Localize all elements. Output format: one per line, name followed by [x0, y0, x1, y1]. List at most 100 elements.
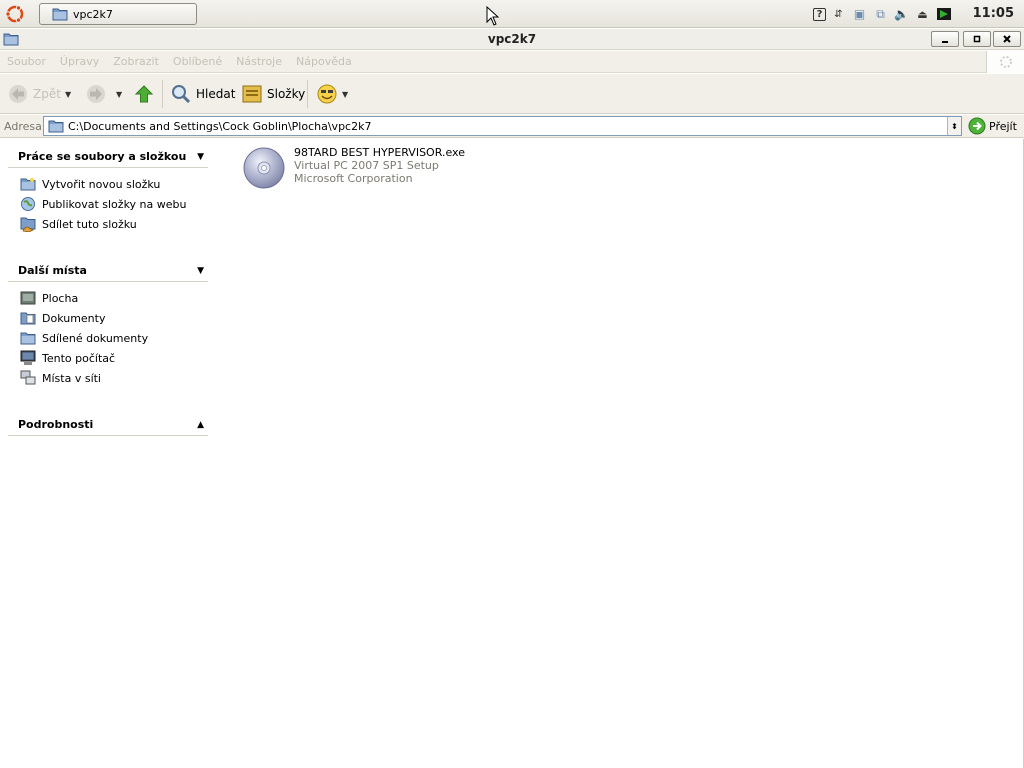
task-new-folder-label: Vytvořit novou složku	[42, 177, 161, 191]
search-button[interactable]: Hledat	[170, 82, 235, 106]
details-group: Podrobnosti ▲	[8, 414, 208, 436]
file-tasks-header[interactable]: Práce se soubory a složkou ▼	[8, 146, 208, 168]
place-documents[interactable]: Dokumenty	[8, 308, 208, 328]
go-label: Přejít	[989, 119, 1017, 133]
close-button[interactable]	[993, 31, 1021, 47]
help-icon[interactable]: ?	[813, 7, 826, 21]
maximize-icon	[973, 35, 981, 43]
view-options-button[interactable]: ▼	[316, 82, 348, 106]
menu-tools[interactable]: Nástroje	[236, 55, 282, 68]
battery-icon[interactable]	[935, 6, 952, 23]
forward-arrow-icon	[87, 85, 105, 103]
back-dropdown[interactable]: ▼	[65, 82, 71, 106]
menu-view[interactable]: Zobrazit	[113, 55, 159, 68]
back-arrow-icon	[9, 85, 27, 103]
up-button[interactable]	[133, 82, 155, 106]
menu-help[interactable]: Nápověda	[296, 55, 352, 68]
search-icon	[172, 85, 191, 104]
task-publish-web-label: Publikovat složky na webu	[42, 197, 187, 211]
address-path: C:\Documents and Settings\Cock Goblin\Pl…	[68, 119, 372, 133]
network-icon[interactable]: ▣	[851, 6, 868, 23]
throbber-icon	[999, 56, 1012, 68]
folders-icon	[242, 85, 262, 103]
folders-label: Složky	[267, 87, 306, 101]
globe-icon	[21, 197, 35, 211]
place-desktop[interactable]: Plocha	[8, 288, 208, 308]
cd-disc-icon	[243, 147, 285, 189]
task-pane: Práce se soubory a složkou ▼ Vytvořit no…	[0, 139, 218, 768]
folder-icon	[20, 332, 36, 345]
collapse-icon[interactable]: ▼	[197, 266, 204, 276]
toolbar-separator	[162, 80, 163, 108]
menu-favorites[interactable]: Oblíbené	[173, 55, 222, 68]
taskbar-window-button[interactable]: vpc2k7	[39, 3, 197, 25]
minimize-icon	[942, 41, 948, 43]
maximize-button[interactable]	[963, 31, 991, 47]
toolbar-separator	[307, 80, 308, 108]
task-new-folder[interactable]: Vytvořit novou složku	[8, 174, 208, 194]
other-places-group: Další místa ▼ Plocha Dokumenty Sdílené d…	[8, 260, 208, 388]
menu-file[interactable]: Soubor	[7, 55, 46, 68]
system-tray: ? ⇵ ▣ ⧉ 🔈 ⏏	[813, 5, 952, 23]
place-documents-label: Dokumenty	[42, 311, 106, 325]
chevron-down-icon: ▼	[342, 89, 349, 99]
address-dropdown[interactable]: ⬍	[947, 117, 961, 135]
search-label: Hledat	[196, 87, 236, 101]
other-places-header[interactable]: Další místa ▼	[8, 260, 208, 282]
window-title: vpc2k7	[487, 32, 537, 46]
clock[interactable]: 11:05	[973, 6, 1014, 21]
place-shared-documents-label: Sdílené dokumenty	[42, 331, 149, 345]
chevron-down-icon: ▼	[116, 89, 123, 99]
task-publish-web[interactable]: Publikovat složky na webu	[8, 194, 208, 214]
taskbar-window-label: vpc2k7	[73, 7, 113, 21]
task-share-folder[interactable]: Sdílet tuto složku	[8, 214, 208, 234]
go-button[interactable]: Přejít	[968, 117, 1017, 135]
eject-icon[interactable]: ⏏	[914, 6, 931, 23]
file-name: 98TARD BEST HYPERVISOR.exe	[294, 146, 465, 159]
share-folder-icon	[20, 217, 36, 232]
throbber	[986, 51, 1024, 73]
new-folder-icon	[20, 178, 36, 191]
toolbar: Zpět ▼ ▼ Hledat Složky ▼	[0, 74, 1024, 114]
window-titlebar[interactable]: vpc2k7	[0, 29, 1024, 50]
updown-arrows-icon: ⬍	[951, 121, 958, 131]
folder-icon	[52, 8, 68, 21]
menu-bar: Soubor Úpravy Zobrazit Oblíbené Nástroje…	[0, 51, 1024, 73]
forward-button[interactable]	[85, 82, 107, 106]
close-icon	[1003, 35, 1011, 43]
folder-icon	[48, 120, 64, 133]
documents-folder-icon	[20, 312, 36, 325]
network-manager-icon[interactable]: ⧉	[872, 6, 889, 23]
forward-dropdown[interactable]: ▼	[116, 82, 122, 106]
mouse-cursor-icon	[486, 6, 500, 26]
minimize-button[interactable]	[931, 31, 959, 47]
place-network[interactable]: Místa v síti	[8, 368, 208, 388]
place-my-computer-label: Tento počítač	[42, 351, 116, 365]
file-item[interactable]: 98TARD BEST HYPERVISOR.exe Virtual PC 20…	[242, 146, 465, 190]
other-places-title: Další místa	[18, 264, 87, 277]
network-places-icon	[20, 370, 36, 385]
address-bar: Adresa C:\Documents and Settings\Cock Go…	[0, 115, 1024, 138]
file-company: Microsoft Corporation	[294, 172, 413, 185]
details-header[interactable]: Podrobnosti ▲	[8, 414, 208, 436]
address-field[interactable]: C:\Documents and Settings\Cock Goblin\Pl…	[43, 116, 962, 136]
collapse-icon[interactable]: ▼	[197, 152, 204, 162]
place-desktop-label: Plocha	[42, 291, 79, 305]
file-tasks-group: Práce se soubory a složkou ▼ Vytvořit no…	[8, 146, 208, 234]
ubuntu-menu-icon[interactable]	[5, 4, 25, 24]
folders-button[interactable]: Složky	[241, 82, 305, 106]
menu-edit[interactable]: Úpravy	[60, 55, 99, 68]
place-my-computer[interactable]: Tento počítač	[8, 348, 208, 368]
volume-icon[interactable]: 🔈	[893, 6, 910, 23]
file-description: Virtual PC 2007 SP1 Setup	[294, 159, 439, 172]
task-share-folder-label: Sdílet tuto složku	[42, 217, 137, 231]
place-shared-documents[interactable]: Sdílené dokumenty	[8, 328, 208, 348]
back-button[interactable]: Zpět	[7, 82, 61, 106]
back-label: Zpět	[33, 87, 61, 101]
expand-icon[interactable]: ▲	[197, 420, 204, 430]
updown-arrows-icon[interactable]: ⇵	[830, 6, 847, 23]
top-panel: vpc2k7 ? ⇵ ▣ ⧉ 🔈 ⏏ 11:05	[0, 0, 1024, 28]
chevron-down-icon: ▼	[65, 89, 72, 99]
place-network-label: Místa v síti	[42, 371, 101, 385]
details-title: Podrobnosti	[18, 418, 94, 431]
